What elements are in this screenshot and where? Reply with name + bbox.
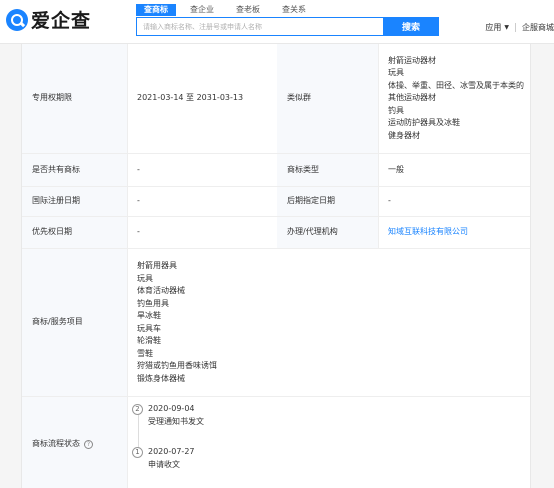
value-agent: 知域互联科技有限公司 [378, 217, 530, 248]
list-item: 运动防护器具及冰鞋 [388, 118, 460, 128]
value-exclusive-period: 2021-03-14 至 2031-03-13 [137, 93, 244, 103]
logo[interactable]: 爱企查 [6, 6, 91, 33]
label-flow-status: 商标流程状态 ? [22, 397, 127, 488]
tab-company[interactable]: 查企业 [182, 4, 222, 16]
list-item: 玩具车 [137, 323, 161, 333]
label-later-date: 后期指定日期 [277, 187, 378, 216]
table-row: 专用权期限 2021-03-14 至 2031-03-13 类似群 射箭运动器材… [22, 44, 530, 154]
value-similar-group: 射箭运动器材 玩具 体操、举重、田径、冰雪及属于本类的其他运动器材 钓具 运动防… [378, 44, 530, 153]
list-item: 旱冰鞋 [137, 311, 161, 320]
step-number: 1 [132, 447, 143, 458]
nav-apps-label: 应用 [485, 23, 502, 32]
search-bar: 搜索 [136, 17, 439, 36]
nav-divider [515, 23, 516, 32]
list-item: 玩具 [137, 273, 153, 283]
logo-text: 爱企查 [31, 10, 92, 32]
top-header: 爱企查 查商标 查企业 查老板 查关系 搜索 应用▼ 企服商城 [0, 0, 554, 44]
list-item: 射箭用器具 [137, 261, 177, 270]
list-item: 钓鱼用具 [137, 298, 169, 308]
step-number: 2 [132, 404, 143, 415]
list-item: 体育活动器械 [137, 286, 185, 295]
logo-magnifier-icon [6, 8, 28, 31]
table-row: 国际注册日期 - 后期指定日期 - [22, 187, 530, 217]
label-services: 商标/服务项目 [22, 249, 127, 396]
top-nav: 应用 ▼ 企服商城 [485, 22, 554, 33]
table-row: 商标流程状态 ? 2 2020-09-04 受理通知书发文 1 2020-07-… [22, 397, 530, 488]
list-item: 玩具 [388, 68, 404, 78]
label-agent: 办理/代理机构 [277, 217, 378, 248]
list-item: 健身器材 [388, 130, 420, 140]
nav-enterprise-mall[interactable]: 企服商城 [522, 22, 554, 33]
table-row: 是否共有商标 - 商标类型 一般 [22, 154, 530, 187]
step-date: 2020-09-04 [148, 404, 195, 413]
value-later-date: - [388, 196, 391, 206]
tab-relation[interactable]: 查关系 [274, 4, 314, 16]
list-item: 锻炼身体器械 [137, 373, 185, 383]
nav-apps[interactable]: 应用 ▼ [485, 22, 509, 33]
flow-status-label: 商标流程状态 [32, 439, 80, 449]
list-item: 体操、举重、田径、冰雪及属于本类的其他运动器材 [388, 80, 524, 103]
chevron-down-icon: ▼ [504, 24, 509, 31]
table-row: 优先权日期 - 办理/代理机构 知域互联科技有限公司 [22, 217, 530, 249]
list-item: 轮滑鞋 [137, 336, 161, 345]
value-services: 射箭用器具 玩具 体育活动器械 钓鱼用具 旱冰鞋 玩具车 轮滑鞋 雪鞋 狩猎或钓… [127, 249, 530, 396]
tab-boss[interactable]: 查老板 [228, 4, 268, 16]
value-type: 一般 [388, 164, 404, 174]
tab-trademark[interactable]: 查商标 [136, 4, 176, 16]
table-row: 商标/服务项目 射箭用器具 玩具 体育活动器械 钓鱼用具 旱冰鞋 玩具车 轮滑鞋… [22, 249, 530, 397]
flow-timeline: 2 2020-09-04 受理通知书发文 1 2020-07-27 申请收文 [127, 397, 530, 488]
label-intl-date: 国际注册日期 [22, 187, 127, 216]
label-shared: 是否共有商标 [22, 154, 127, 186]
step-date: 2020-07-27 [148, 447, 195, 456]
value-priority: - [137, 227, 140, 237]
trademark-detail-table: 专用权期限 2021-03-14 至 2031-03-13 类似群 射箭运动器材… [21, 44, 531, 488]
step-desc: 受理通知书发文 [148, 417, 204, 426]
agent-link[interactable]: 知域互联科技有限公司 [388, 226, 468, 239]
help-icon[interactable]: ? [84, 440, 93, 449]
search-button[interactable]: 搜索 [383, 17, 439, 36]
label-type: 商标类型 [277, 154, 378, 186]
list-item: 狩猎或钓鱼用香味诱饵 [137, 361, 217, 370]
step-desc: 申请收文 [148, 460, 180, 469]
label-similar-group: 类似群 [277, 44, 378, 153]
value-intl-date: - [137, 196, 140, 206]
search-tabs: 查商标 查企业 查老板 查关系 [136, 4, 320, 16]
list-item: 钓具 [388, 105, 404, 115]
list-item: 射箭运动器材 [388, 55, 436, 65]
label-exclusive-period: 专用权期限 [22, 44, 127, 153]
list-item: 雪鞋 [137, 348, 153, 358]
search-input[interactable] [136, 17, 383, 36]
label-priority: 优先权日期 [22, 217, 127, 248]
value-shared: - [137, 164, 140, 174]
